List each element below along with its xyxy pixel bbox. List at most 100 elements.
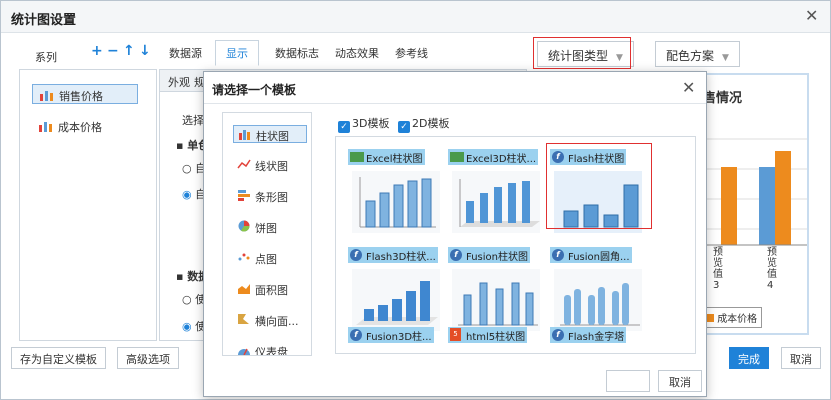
window-title: 统计图设置 xyxy=(11,13,77,28)
template-card[interactable]: f Fusion3D柱... xyxy=(348,327,444,353)
category-label: 柱状图 xyxy=(256,130,289,143)
category-area[interactable]: 面积图 xyxy=(233,280,307,298)
template-card[interactable]: 5 html5柱状图 xyxy=(448,327,544,353)
template-label: f Flash3D柱状... xyxy=(348,247,438,263)
select-label: 选择 xyxy=(182,114,204,127)
category-label: 点图 xyxy=(255,253,277,266)
template-label: f Fusion圆角... xyxy=(550,247,632,263)
remove-icon[interactable]: − xyxy=(107,43,119,59)
color-scheme-dropdown[interactable]: 配色方案 ▼ xyxy=(655,41,740,67)
ok-button[interactable]: 确定 xyxy=(606,370,650,392)
tab-series[interactable]: 系列 xyxy=(35,49,57,65)
template-card[interactable]: f Fusion圆角... xyxy=(550,247,646,337)
sub-tab-appearance[interactable]: 外观 xyxy=(168,74,190,90)
template-thumbnail xyxy=(352,171,440,233)
template-card[interactable]: f Flash3D柱状... xyxy=(348,247,444,337)
axis-label: 预览值4 xyxy=(767,247,777,291)
series-item-sale-price[interactable]: 销售价格 xyxy=(32,84,138,104)
series-label: 成本价格 xyxy=(58,121,102,134)
category-label: 线状图 xyxy=(255,160,288,173)
category-horizontal-bar[interactable]: 条形图 xyxy=(233,187,307,205)
template-name: Excel3D柱状... xyxy=(466,154,537,165)
preview-bar xyxy=(759,167,775,245)
excel-icon xyxy=(450,152,464,162)
template-grid: Excel柱状图 Excel3D柱状... f Flash柱状图 f Flash3D… xyxy=(335,136,696,354)
series-item-cost-price[interactable]: 成本价格 xyxy=(32,116,138,136)
template-name: Fusion柱状图 xyxy=(466,252,528,263)
checkbox-3d-templates[interactable]: ✓ 3D模板 xyxy=(338,115,389,133)
done-button[interactable]: 完成 xyxy=(729,347,769,369)
check-icon: ✓ xyxy=(338,121,350,133)
legend-label: 成本价格 xyxy=(717,314,758,325)
close-icon[interactable]: ✕ xyxy=(805,8,818,24)
move-down-icon[interactable]: ↓ xyxy=(139,43,151,59)
category-bar[interactable]: 柱状图 xyxy=(233,125,307,143)
preview-legend: 成本价格 xyxy=(701,307,763,328)
selected-template-highlight xyxy=(546,143,652,229)
line-chart-icon xyxy=(237,159,251,169)
tab-data-label[interactable]: 数据标志 xyxy=(275,45,319,61)
template-label: Excel3D柱状... xyxy=(448,149,539,165)
category-label: 仪表盘 xyxy=(255,346,288,356)
save-template-button[interactable]: 存为自定义模板 xyxy=(11,347,106,369)
chevron-down-icon: ▼ xyxy=(722,53,729,63)
gauge-icon xyxy=(238,348,250,355)
template-label: Excel柱状图 xyxy=(348,149,425,165)
dialog-cancel-button[interactable]: 取消 xyxy=(658,370,702,392)
template-thumbnail xyxy=(352,269,440,331)
category-scatter[interactable]: 点图 xyxy=(233,249,307,267)
cancel-button[interactable]: 取消 xyxy=(781,347,821,369)
template-card[interactable]: Excel柱状图 xyxy=(348,149,444,239)
template-name: html5柱状图 xyxy=(466,332,526,343)
legend-swatch xyxy=(706,314,714,322)
tab-reference-line[interactable]: 参考线 xyxy=(395,45,428,61)
series-panel: 销售价格 成本价格 xyxy=(19,69,157,341)
bar-chart-icon xyxy=(40,91,53,101)
bar-chart-icon xyxy=(39,122,52,132)
horizontal-area-icon xyxy=(238,314,249,324)
area-chart-icon xyxy=(238,284,250,294)
move-up-icon[interactable]: ↑ xyxy=(123,43,135,59)
flash-icon: f xyxy=(350,329,362,341)
template-name: Fusion圆角... xyxy=(568,252,630,263)
tab-datasource[interactable]: 数据源 xyxy=(169,45,202,61)
flash-icon: f xyxy=(350,249,362,261)
template-card[interactable]: f Flash金字塔 xyxy=(550,327,646,353)
template-label: f Fusion柱状图 xyxy=(448,247,530,263)
scatter-chart-icon xyxy=(238,253,250,261)
category-horizontal-area[interactable]: 横向面... xyxy=(233,311,307,329)
template-picker-dialog: 请选择一个模板 ✕ 柱状图 线状图 条形图 饼图 点图 面积图 横向面... 仪… xyxy=(203,71,707,397)
checkbox-label: 3D模板 xyxy=(352,117,390,130)
advanced-options-button[interactable]: 高级选项 xyxy=(117,347,179,369)
preview-bar xyxy=(721,167,737,245)
category-gauge[interactable]: 仪表盘 xyxy=(233,342,307,356)
add-icon[interactable]: + xyxy=(91,43,103,59)
category-pie[interactable]: 饼图 xyxy=(233,218,307,236)
category-line[interactable]: 线状图 xyxy=(233,156,307,174)
flash-icon: f xyxy=(552,249,564,261)
bar-chart-icon xyxy=(239,130,250,140)
checkbox-2d-templates[interactable]: ✓ 2D模板 xyxy=(398,115,449,133)
category-label: 饼图 xyxy=(255,222,277,235)
chart-preview: 售情况 预览值3 预览值4 成本价格 xyxy=(691,73,809,335)
tab-display[interactable]: 显示 xyxy=(215,40,259,66)
flash-icon: f xyxy=(552,329,564,341)
template-thumbnail xyxy=(452,269,540,331)
template-thumbnail xyxy=(452,171,540,233)
template-card[interactable]: f Fusion柱状图 xyxy=(448,247,544,337)
category-label: 条形图 xyxy=(255,191,288,204)
close-icon[interactable]: ✕ xyxy=(682,80,695,96)
check-icon: ✓ xyxy=(398,121,410,133)
category-list: 柱状图 线状图 条形图 饼图 点图 面积图 横向面... 仪表盘 xyxy=(222,112,312,356)
category-label: 面积图 xyxy=(255,284,288,297)
horizontal-bar-icon xyxy=(238,190,250,201)
template-card[interactable]: Excel3D柱状... xyxy=(448,149,544,239)
template-label: f Fusion3D柱... xyxy=(348,327,434,343)
preview-title: 售情况 xyxy=(703,91,743,106)
template-name: Flash金字塔 xyxy=(568,332,625,343)
tab-animation[interactable]: 动态效果 xyxy=(335,45,379,61)
dialog-title-bar: 请选择一个模板 ✕ xyxy=(204,72,706,104)
excel-icon xyxy=(350,152,364,162)
category-label: 横向面... xyxy=(255,315,299,328)
checkbox-label: 2D模板 xyxy=(412,117,450,130)
